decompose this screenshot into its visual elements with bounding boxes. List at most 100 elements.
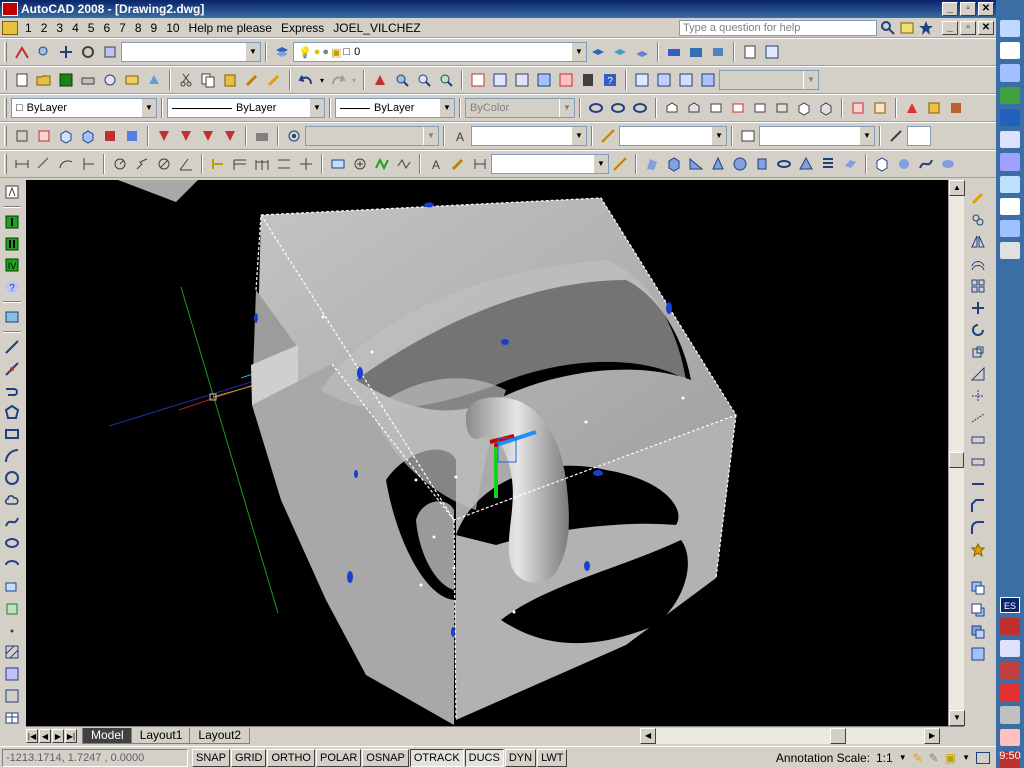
status-toggle-ducs[interactable]: DUCS <box>464 748 504 767</box>
language-indicator[interactable]: ES <box>1000 596 1020 613</box>
communication-center-icon[interactable] <box>899 20 915 36</box>
status-toggle-snap[interactable]: SNAP <box>192 748 230 767</box>
pan-tool-icon[interactable] <box>56 42 76 62</box>
angular-dimension-icon[interactable] <box>176 154 196 174</box>
dimension-style-combo[interactable]: ▼ <box>491 154 609 174</box>
planar-surface-icon[interactable] <box>840 154 860 174</box>
torus-solid-icon[interactable] <box>774 154 794 174</box>
dimension-style-icon[interactable] <box>610 154 630 174</box>
zoom-tool-icon[interactable] <box>34 42 54 62</box>
linear-dimension-icon[interactable] <box>12 154 32 174</box>
jogged-dimension-icon[interactable] <box>132 154 152 174</box>
help-left-icon[interactable]: ? <box>2 277 22 297</box>
coordinates-display[interactable]: -1213.1714, 1.7247 , 0.0000 <box>2 748 188 767</box>
undo-icon[interactable] <box>296 70 316 90</box>
taskbar-app-icon-6[interactable] <box>1000 131 1020 149</box>
tray-app-icon-6[interactable] <box>1000 728 1020 746</box>
materials-icon[interactable] <box>924 98 944 118</box>
baseline-dimension-icon[interactable] <box>230 154 250 174</box>
next-tab-button[interactable]: ▶ <box>52 728 64 743</box>
sphere-solid-icon[interactable] <box>730 154 750 174</box>
extrude-icon[interactable] <box>848 98 868 118</box>
radius-dimension-icon[interactable] <box>110 154 130 174</box>
lights-icon[interactable] <box>902 98 922 118</box>
aligned-dimension-icon[interactable] <box>34 154 54 174</box>
viewport-one-icon[interactable] <box>2 212 22 232</box>
erase-icon[interactable] <box>968 188 988 208</box>
polysolid-icon[interactable] <box>642 154 662 174</box>
ellipse-icon[interactable] <box>2 533 22 553</box>
status-toggle-osnap[interactable]: OSNAP <box>362 748 409 767</box>
minimize-button[interactable]: _ <box>942 2 958 16</box>
quick-dimension-icon[interactable] <box>208 154 228 174</box>
grip[interactable] <box>451 627 455 637</box>
undo-dropdown-icon[interactable]: ▾ <box>318 70 326 90</box>
status-toggle-polar[interactable]: POLAR <box>316 748 362 767</box>
multileader-style-combo[interactable] <box>907 126 931 146</box>
markup-set-manager-icon[interactable] <box>556 70 576 90</box>
tray-app-icon-4[interactable] <box>1000 684 1020 702</box>
help-icon[interactable]: ? <box>600 70 620 90</box>
ucs-world-icon[interactable] <box>154 126 174 146</box>
draworder-above-icon[interactable] <box>968 622 988 642</box>
menu-item-express[interactable]: Express <box>278 21 330 35</box>
dimension-text-edit-icon[interactable] <box>448 154 468 174</box>
taskbar-app-icon-1[interactable] <box>1000 20 1020 38</box>
fillet-icon[interactable] <box>968 518 988 538</box>
presspull-solid-icon[interactable] <box>894 154 914 174</box>
dimension-space-icon[interactable] <box>274 154 294 174</box>
viewport-scale-combo[interactable]: ▼ <box>719 70 819 90</box>
3d-orbit-constrained-icon[interactable] <box>586 98 606 118</box>
table-style-icon[interactable] <box>738 126 758 146</box>
taskbar-app-icon-7[interactable] <box>1000 153 1020 171</box>
grip[interactable] <box>593 470 603 476</box>
layout-icon[interactable] <box>664 42 684 62</box>
explode-icon[interactable] <box>968 540 988 560</box>
match-properties-icon[interactable] <box>242 70 262 90</box>
sweep-icon[interactable] <box>916 154 936 174</box>
multileader-style-icon[interactable] <box>886 126 906 146</box>
lineweight-combo[interactable]: ByLayer ▼ <box>335 98 455 118</box>
toolbar-grip[interactable] <box>4 70 7 90</box>
back-view-icon[interactable] <box>772 98 792 118</box>
menu-item-4[interactable]: 4 <box>69 21 85 35</box>
scroll-down-button[interactable]: ▼ <box>949 710 965 726</box>
visual-styles-manager-icon[interactable] <box>122 126 142 146</box>
named-views-icon[interactable] <box>100 42 120 62</box>
taskbar-app-icon-9[interactable] <box>1000 197 1020 215</box>
draworder-under-icon[interactable] <box>968 644 988 664</box>
menu-item-7[interactable]: 7 <box>116 21 132 35</box>
annotation-visibility-icon[interactable]: ✎ <box>913 751 923 765</box>
status-dropdown-icon[interactable]: ▼ <box>962 753 970 762</box>
viewport-clip-icon[interactable] <box>654 70 674 90</box>
presspull-icon[interactable] <box>870 98 890 118</box>
design-center-palette-icon[interactable] <box>490 70 510 90</box>
tray-speaker-icon[interactable] <box>1000 661 1020 680</box>
menu-item-1[interactable]: 1 <box>22 21 38 35</box>
tab-model[interactable]: Model <box>82 727 133 744</box>
viewport-four-icon[interactable]: IV <box>2 255 22 275</box>
taskbar-app-icon-4[interactable] <box>1000 86 1020 104</box>
se-iso-view-icon[interactable] <box>816 98 836 118</box>
redo-icon[interactable] <box>328 70 348 90</box>
taskbar-app-icon-11[interactable] <box>1000 242 1020 260</box>
tray-app-icon-5[interactable] <box>1000 706 1020 724</box>
toolbar-grip[interactable] <box>4 154 7 174</box>
scroll-up-button[interactable]: ▲ <box>949 180 965 196</box>
menu-item-10[interactable]: 10 <box>163 21 185 35</box>
named-view-combo[interactable]: ▼ <box>305 126 439 146</box>
communication-left-icon[interactable] <box>2 307 22 327</box>
continue-dimension-icon[interactable] <box>252 154 272 174</box>
tray-app-icon-2[interactable] <box>1000 639 1020 657</box>
status-toggle-dyn[interactable]: DYN <box>504 748 537 767</box>
chamfer-icon[interactable] <box>968 496 988 516</box>
extend-icon[interactable] <box>968 408 988 428</box>
draworder-front-icon[interactable] <box>968 578 988 598</box>
last-tab-button[interactable]: ▶| <box>65 728 77 743</box>
camera-icon[interactable] <box>252 126 272 146</box>
rotate-icon[interactable] <box>968 320 988 340</box>
rectangle-icon[interactable] <box>2 424 22 444</box>
doc-restore-button[interactable]: ▫ <box>960 20 976 35</box>
grip[interactable] <box>347 571 353 583</box>
layer-states-icon[interactable] <box>632 42 652 62</box>
